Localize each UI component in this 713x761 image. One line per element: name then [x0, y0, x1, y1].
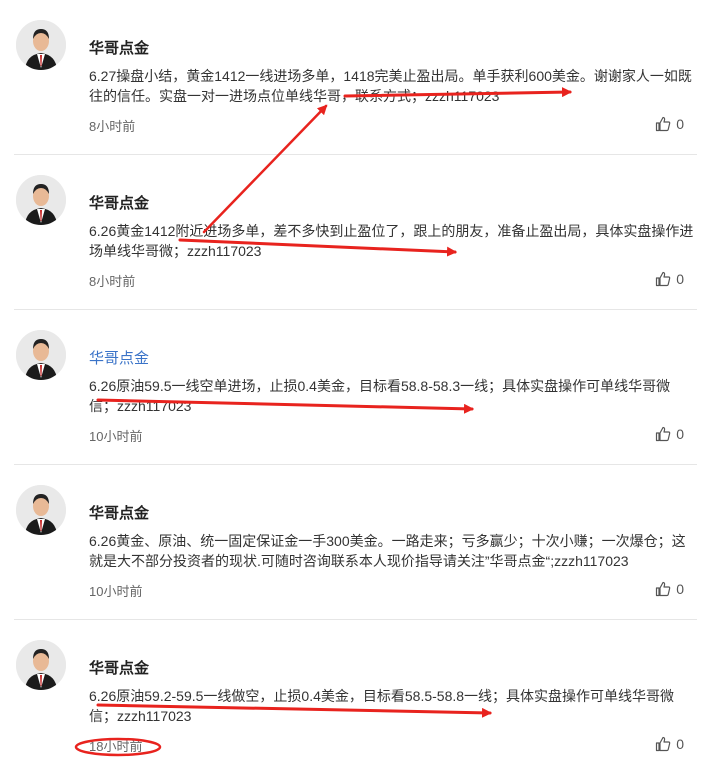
like-button[interactable]: 0	[655, 581, 684, 597]
timestamp: 18小时前	[89, 739, 143, 754]
comment-item: 华哥点金 6.26黄金1412附近进场多单，差不多快到止盈位了，跟上的朋友，准备…	[0, 155, 713, 310]
comment-text: 6.26原油59.5一线空单进场，止损0.4美金，目标看58.8-58.3一线；…	[89, 378, 671, 414]
avatar[interactable]	[16, 20, 66, 70]
thumbs-up-icon	[656, 426, 671, 442]
like-count: 0	[676, 116, 684, 132]
author-name[interactable]: 华哥点金	[89, 192, 149, 213]
comment-text: 6.27操盘小结，黄金1412一线进场多单，1418完美止盈出局。单手获利600…	[89, 68, 692, 104]
like-count: 0	[676, 426, 684, 442]
author-name[interactable]: 华哥点金	[89, 347, 149, 368]
thumbs-up-icon	[656, 271, 671, 287]
author-name[interactable]: 华哥点金	[89, 657, 149, 678]
comment-text: 6.26黄金1412附近进场多单，差不多快到止盈位了，跟上的朋友，准备止盈出局，…	[89, 223, 694, 259]
comment-text: 6.26黄金、原油、统一固定保证金一手300美金。一路走来；亏多赢少；十次小赚；…	[89, 533, 686, 569]
timestamp: 8小时前	[89, 119, 136, 134]
timestamp: 8小时前	[89, 274, 136, 289]
timestamp: 10小时前	[89, 429, 143, 444]
comment-item: 华哥点金 6.26原油59.2-59.5一线做空，止损0.4美金，目标看58.5…	[0, 620, 713, 761]
thumbs-up-icon	[656, 581, 671, 597]
avatar[interactable]	[16, 640, 66, 690]
thumbs-up-icon	[656, 116, 671, 132]
like-button[interactable]: 0	[655, 736, 684, 752]
like-button[interactable]: 0	[655, 271, 684, 287]
like-button[interactable]: 0	[655, 426, 684, 442]
like-count: 0	[676, 271, 684, 287]
comment-text: 6.26原油59.2-59.5一线做空，止损0.4美金，目标看58.5-58.8…	[89, 688, 675, 724]
comment-item: 华哥点金 6.27操盘小结，黄金1412一线进场多单，1418完美止盈出局。单手…	[0, 0, 713, 155]
comment-item: 华哥点金 6.26黄金、原油、统一固定保证金一手300美金。一路走来；亏多赢少；…	[0, 465, 713, 620]
thumbs-up-icon	[656, 736, 671, 752]
like-count: 0	[676, 581, 684, 597]
comment-item: 华哥点金 6.26原油59.5一线空单进场，止损0.4美金，目标看58.8-58…	[0, 310, 713, 465]
avatar[interactable]	[16, 175, 66, 225]
author-name[interactable]: 华哥点金	[89, 502, 149, 523]
like-button[interactable]: 0	[655, 116, 684, 132]
like-count: 0	[676, 736, 684, 752]
author-name[interactable]: 华哥点金	[89, 37, 149, 58]
avatar[interactable]	[16, 330, 66, 380]
avatar[interactable]	[16, 485, 66, 535]
timestamp: 10小时前	[89, 584, 143, 599]
